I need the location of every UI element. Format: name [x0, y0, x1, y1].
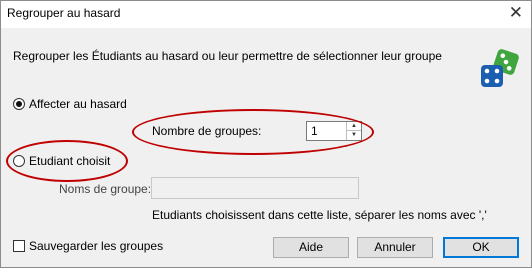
group-names-hint: Etudiants choisissent dans cette liste, … [152, 208, 487, 222]
cancel-button[interactable]: Annuler [357, 237, 433, 258]
help-button[interactable]: Aide [273, 237, 349, 258]
ok-button[interactable]: OK [443, 237, 519, 258]
annotation-ellipse-group-count [132, 109, 374, 155]
dice-icon [477, 47, 521, 94]
radio-random-label: Affecter au hasard [29, 97, 127, 111]
dialog-window: Regrouper au hasard ✕ Regrouper les Étud… [0, 0, 532, 268]
checkbox-box[interactable] [13, 240, 25, 252]
window-title: Regrouper au hasard [7, 6, 121, 20]
save-groups-checkbox[interactable]: Sauvegarder les groupes [13, 239, 163, 253]
group-names-field[interactable] [151, 177, 359, 199]
save-groups-label: Sauvegarder les groupes [29, 239, 164, 253]
dialog-description: Regrouper les Étudiants au hasard ou leu… [13, 49, 442, 63]
annotation-ellipse-student-choice [6, 140, 128, 182]
title-bar: Regrouper au hasard ✕ [1, 1, 531, 28]
radio-dot-checked[interactable] [13, 98, 25, 110]
radio-random[interactable]: Affecter au hasard [13, 97, 127, 111]
close-icon[interactable]: ✕ [509, 3, 523, 23]
group-names-label: Noms de groupe: [59, 182, 152, 196]
